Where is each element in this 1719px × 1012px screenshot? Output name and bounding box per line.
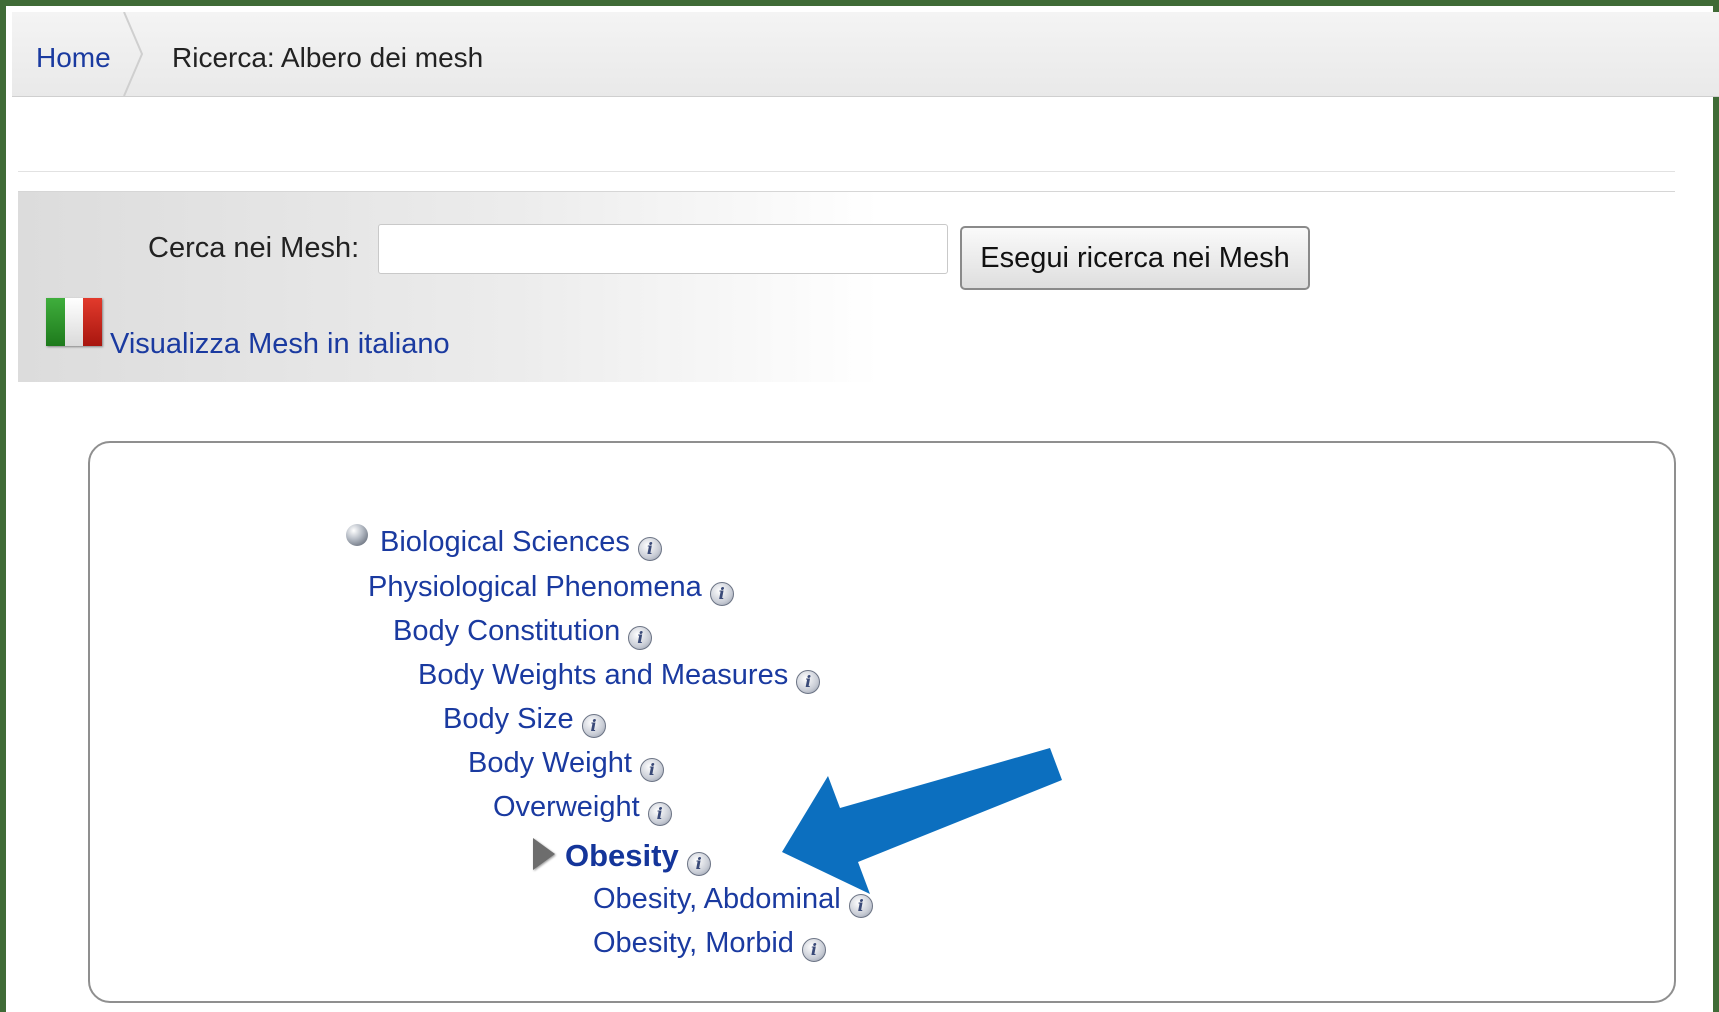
tree-item-obesity-current[interactable]: Obesity i bbox=[565, 838, 711, 876]
tree-item-body-constitution[interactable]: Body Constitution i bbox=[393, 615, 653, 650]
annotation-arrow-icon bbox=[782, 748, 1062, 894]
mesh-tree-panel bbox=[88, 441, 1676, 1003]
tree-item-label[interactable]: Biological Sciences bbox=[380, 526, 630, 558]
breadcrumb-separator-icon bbox=[123, 12, 144, 96]
mesh-search-button[interactable]: Esegui ricerca nei Mesh bbox=[960, 226, 1310, 290]
info-icon[interactable]: i bbox=[796, 670, 821, 694]
info-icon[interactable]: i bbox=[647, 802, 672, 826]
expanded-node-triangle-icon bbox=[533, 838, 555, 870]
tree-root-bullet-icon bbox=[346, 524, 368, 546]
tree-item-body-weight[interactable]: Body Weight i bbox=[468, 747, 664, 782]
breadcrumb-current: Ricerca: Albero dei mesh bbox=[172, 42, 484, 73]
info-icon[interactable]: i bbox=[801, 938, 826, 962]
tree-item-obesity-morbid[interactable]: Obesity, Morbid i bbox=[593, 927, 826, 962]
tree-item-body-weights-and-measures[interactable]: Body Weights and Measures i bbox=[418, 659, 821, 694]
tree-item-label[interactable]: Obesity bbox=[565, 838, 679, 873]
italian-flag-icon[interactable] bbox=[46, 298, 103, 346]
tree-item-biological-sciences[interactable]: Biological Sciences i bbox=[380, 526, 662, 561]
view-mesh-italian-link[interactable]: Visualizza Mesh in italiano bbox=[110, 328, 450, 361]
tree-item-label[interactable]: Body Weights and Measures bbox=[418, 659, 788, 691]
info-icon[interactable]: i bbox=[639, 758, 664, 782]
divider bbox=[18, 171, 1675, 172]
search-label: Cerca nei Mesh: bbox=[148, 232, 360, 264]
tree-item-body-size[interactable]: Body Size i bbox=[443, 703, 606, 738]
tree-item-label[interactable]: Obesity, Morbid bbox=[593, 927, 794, 959]
tree-item-overweight[interactable]: Overweight i bbox=[493, 791, 672, 826]
tree-item-label[interactable]: Body Weight bbox=[468, 747, 632, 779]
info-icon[interactable]: i bbox=[848, 894, 873, 918]
info-icon[interactable]: i bbox=[628, 626, 653, 650]
tree-item-label[interactable]: Body Constitution bbox=[393, 615, 620, 647]
tree-item-label[interactable]: Overweight bbox=[493, 791, 640, 823]
breadcrumb: Home Ricerca: Albero dei mesh bbox=[12, 12, 1719, 97]
mesh-search-input[interactable] bbox=[378, 224, 948, 274]
tree-item-physiological-phenomena[interactable]: Physiological Phenomena i bbox=[368, 571, 734, 606]
page-frame: Home Ricerca: Albero dei mesh Cerca nei … bbox=[0, 0, 1719, 1012]
search-panel: Cerca nei Mesh: Esegui ricerca nei Mesh … bbox=[18, 192, 1675, 382]
info-icon[interactable]: i bbox=[686, 852, 711, 876]
tree-item-label[interactable]: Physiological Phenomena bbox=[368, 571, 702, 603]
info-icon[interactable]: i bbox=[709, 582, 734, 606]
tree-item-label[interactable]: Body Size bbox=[443, 703, 574, 735]
info-icon[interactable]: i bbox=[581, 714, 606, 738]
breadcrumb-home-link[interactable]: Home bbox=[36, 42, 111, 74]
info-icon[interactable]: i bbox=[637, 537, 662, 561]
